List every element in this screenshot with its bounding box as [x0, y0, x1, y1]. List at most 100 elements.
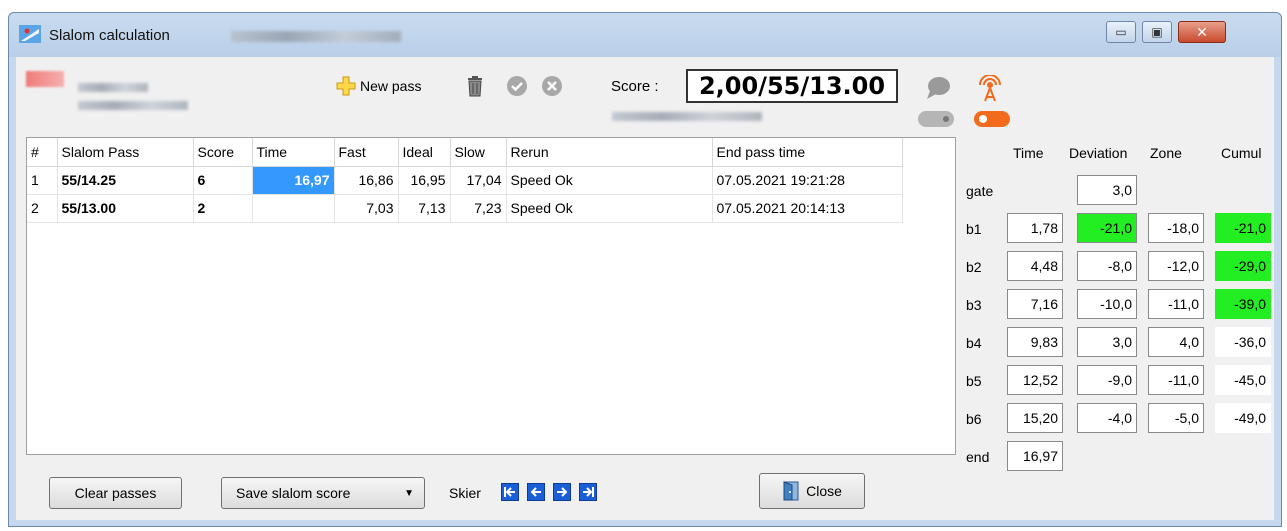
cell-ideal[interactable]: 7,13 [398, 194, 451, 223]
b5-deviation-field: -9,0 [1077, 365, 1137, 395]
redacted-title [231, 31, 401, 42]
b5-zone-field: -11,0 [1148, 365, 1204, 395]
skier-label: Skier [449, 485, 481, 501]
b5-time-field: 12,52 [1007, 365, 1063, 395]
b2-time-field: 4,48 [1007, 251, 1063, 281]
column-header[interactable]: Ideal [398, 138, 451, 167]
b2-zone-field: -12,0 [1148, 251, 1204, 281]
b4-time-field: 9,83 [1007, 327, 1063, 357]
b5-label: b5 [966, 373, 982, 389]
b1-cumul-field: -21,0 [1215, 213, 1271, 243]
b1-label: b1 [966, 221, 982, 237]
cell-num[interactable]: 1 [27, 166, 58, 195]
table-header-row: # Slalom Pass Score Time Fast Ideal Slow… [27, 138, 903, 167]
confirm-button[interactable] [506, 75, 528, 97]
b3-time-field: 7,16 [1007, 289, 1063, 319]
minimize-button[interactable]: ▭ [1106, 21, 1136, 43]
title-bar[interactable]: Slalom calculation ▭ ▣ ✕ [9, 13, 1281, 57]
cell-rerun[interactable]: Speed Ok [506, 194, 713, 223]
ski-icon [19, 25, 41, 43]
cell-end-time[interactable]: 07.05.2021 20:14:13 [712, 194, 903, 223]
b3-cumul-field: -39,0 [1215, 289, 1271, 319]
broadcast-toggle[interactable] [974, 111, 1010, 127]
cell-time-selected[interactable]: 16,97 [252, 166, 335, 195]
window-title: Slalom calculation [49, 27, 170, 44]
new-pass-button[interactable]: New pass [336, 76, 421, 96]
header-cumul: Cumul [1221, 145, 1262, 161]
door-icon [783, 481, 799, 501]
previous-skier-button[interactable] [527, 483, 545, 501]
b3-zone-field: -11,0 [1148, 289, 1204, 319]
slalom-window: Slalom calculation ▭ ▣ ✕ New pass Score … [8, 12, 1282, 527]
cell-pass[interactable]: 55/14.25 [57, 166, 194, 195]
cell-fast[interactable]: 7,03 [334, 194, 399, 223]
cell-time[interactable] [252, 194, 335, 223]
cell-ideal[interactable]: 16,95 [398, 166, 451, 195]
header-zone: Zone [1150, 145, 1182, 161]
country-flag [26, 71, 64, 87]
redacted-skier-name [78, 83, 148, 92]
cell-fast[interactable]: 16,86 [334, 166, 399, 195]
save-slalom-score-label: Save slalom score [236, 485, 351, 501]
gate-panel: Time Deviation Zone Cumul gate 3,0 b1 1,… [966, 137, 1274, 507]
passes-table: # Slalom Pass Score Time Fast Ideal Slow… [26, 137, 956, 455]
redacted-skier-info [78, 101, 188, 110]
b2-cumul-field: -29,0 [1215, 251, 1271, 281]
header-deviation: Deviation [1069, 145, 1128, 161]
column-header[interactable]: Slow [450, 138, 507, 167]
close-button[interactable]: Close [759, 473, 865, 509]
maximize-button[interactable]: ▣ [1142, 21, 1172, 43]
table-row[interactable]: 1 55/14.25 6 16,97 16,86 16,95 17,04 Spe… [27, 166, 903, 195]
delete-pass-button[interactable] [466, 75, 484, 97]
column-header[interactable]: End pass time [712, 138, 903, 167]
b2-deviation-field: -8,0 [1077, 251, 1137, 281]
cell-slow[interactable]: 17,04 [450, 166, 507, 195]
end-label: end [966, 449, 990, 465]
table-row[interactable]: 2 55/13.00 2 7,03 7,13 7,23 Speed Ok 07.… [27, 194, 903, 223]
cell-score[interactable]: 6 [193, 166, 253, 195]
b6-cumul-field: -49,0 [1215, 403, 1271, 433]
last-icon [583, 487, 594, 497]
b6-time-field: 15,20 [1007, 403, 1063, 433]
next-skier-button[interactable] [553, 483, 571, 501]
cell-pass[interactable]: 55/13.00 [57, 194, 194, 223]
b3-label: b3 [966, 297, 982, 313]
b6-label: b6 [966, 411, 982, 427]
cell-slow[interactable]: 7,23 [450, 194, 507, 223]
b4-zone-field: 4,0 [1148, 327, 1204, 357]
column-header[interactable]: Score [193, 138, 253, 167]
clear-passes-button[interactable]: Clear passes [49, 477, 182, 509]
score-display: 2,00/55/13.00 [686, 69, 898, 103]
broadcast-icon [979, 75, 1001, 102]
close-window-button[interactable]: ✕ [1178, 21, 1226, 43]
column-header[interactable]: Time [252, 138, 335, 167]
check-circle-icon [507, 76, 527, 96]
gate-deviation-field: 3,0 [1077, 175, 1137, 205]
cell-rerun[interactable]: Speed Ok [506, 166, 713, 195]
chat-toggle[interactable] [918, 111, 954, 127]
column-header[interactable]: Rerun [506, 138, 713, 167]
client-area: New pass Score : 2,00/55/13.00 # Slalom … [16, 57, 1274, 520]
x-circle-icon [542, 76, 562, 96]
column-header[interactable]: Fast [334, 138, 399, 167]
save-slalom-score-dropdown[interactable]: Save slalom score ▼ [221, 477, 425, 509]
b1-time-field: 1,78 [1007, 213, 1063, 243]
first-skier-button[interactable] [501, 483, 519, 501]
b4-deviation-field: 3,0 [1077, 327, 1137, 357]
cancel-button[interactable] [541, 75, 563, 97]
column-header[interactable]: # [27, 138, 58, 167]
cell-num[interactable]: 2 [27, 194, 58, 223]
b6-zone-field: -5,0 [1148, 403, 1204, 433]
cell-score[interactable]: 2 [193, 194, 253, 223]
redacted-subtitle [612, 112, 762, 121]
b4-cumul-field: -36,0 [1215, 327, 1271, 357]
chat-bubble-icon [927, 77, 950, 99]
last-skier-button[interactable] [579, 483, 597, 501]
b3-deviation-field: -10,0 [1077, 289, 1137, 319]
column-header[interactable]: Slalom Pass [57, 138, 194, 167]
header-time: Time [1013, 145, 1044, 161]
first-icon [504, 487, 515, 497]
b1-zone-field: -18,0 [1148, 213, 1204, 243]
b2-label: b2 [966, 259, 982, 275]
cell-end-time[interactable]: 07.05.2021 19:21:28 [712, 166, 903, 195]
